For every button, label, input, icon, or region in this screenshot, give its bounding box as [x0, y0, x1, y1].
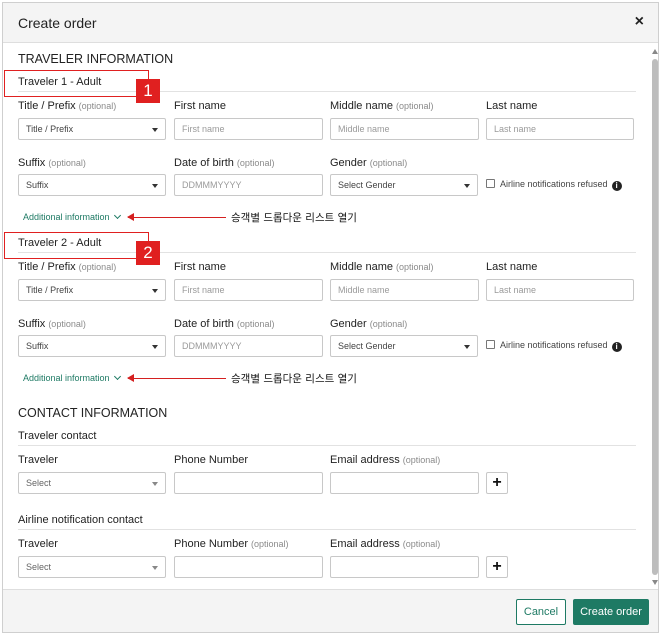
scroll-thumb[interactable] [652, 59, 658, 575]
checkbox-icon[interactable] [486, 179, 495, 188]
traveler-contact-select[interactable]: Select [18, 472, 166, 494]
create-order-dialog: Create order × TRAVELER INFORMATION Trav… [2, 2, 659, 633]
suffix-select[interactable]: Suffix [18, 174, 166, 196]
gender-select[interactable]: Select Gender [330, 174, 478, 196]
traveler-contact-divider [18, 445, 636, 446]
first-name-label: First name [174, 261, 226, 273]
close-icon[interactable]: × [635, 13, 644, 31]
phone-number-label: Phone Number (optional) [174, 538, 289, 550]
scroll-down-arrow-icon[interactable] [652, 580, 658, 585]
traveler-contact-title: Traveler contact [18, 430, 97, 442]
email-address-label: Email address (optional) [330, 454, 441, 466]
annotation-badge-1: 1 [136, 79, 160, 103]
middle-name-label: Middle name (optional) [330, 100, 434, 112]
first-name-label: First name [174, 100, 226, 112]
traveler-label: Traveler [18, 454, 58, 466]
airline-contact-divider [18, 529, 636, 530]
airline-notifications-refused[interactable]: Airline notifications refused i [486, 179, 622, 191]
create-order-button[interactable]: Create order [573, 599, 649, 625]
add-contact-button[interactable]: + [486, 472, 508, 494]
annotation-box-2 [4, 232, 149, 259]
date-of-birth-label: Date of birth (optional) [174, 318, 275, 330]
middle-name-input[interactable]: Middle name [330, 279, 479, 301]
contact-information-heading: CONTACT INFORMATION [18, 406, 168, 420]
chevron-down-icon [113, 211, 121, 220]
last-name-input[interactable]: Last name [486, 118, 634, 140]
suffix-select[interactable]: Suffix [18, 335, 166, 357]
airline-phone-number-input[interactable] [174, 556, 323, 578]
vertical-scrollbar[interactable] [651, 45, 660, 589]
info-icon[interactable]: i [611, 342, 622, 352]
email-address-input[interactable] [330, 472, 479, 494]
suffix-label: Suffix (optional) [18, 318, 86, 330]
date-of-birth-label: Date of birth (optional) [174, 157, 275, 169]
chevron-down-icon [113, 372, 121, 381]
last-name-label: Last name [486, 261, 538, 273]
traveler-information-heading: TRAVELER INFORMATION [18, 52, 174, 66]
title-prefix-select[interactable]: Title / Prefix [18, 279, 166, 301]
first-name-input[interactable]: First name [174, 118, 323, 140]
dialog-header: Create order × [3, 3, 658, 43]
first-name-input[interactable]: First name [174, 279, 323, 301]
email-address-label: Email address (optional) [330, 538, 441, 550]
date-of-birth-input[interactable]: DDMMMYYYY [174, 335, 323, 357]
airline-email-address-input[interactable] [330, 556, 479, 578]
gender-label: Gender (optional) [330, 157, 408, 169]
chevron-down-icon [464, 345, 470, 349]
add-airline-contact-button[interactable]: + [486, 556, 508, 578]
airline-notifications-refused[interactable]: Airline notifications refused i [486, 340, 622, 352]
scroll-up-arrow-icon[interactable] [652, 49, 658, 54]
annotation-note-1: 승객별 드롭다운 리스트 열기 [231, 212, 357, 224]
checkbox-icon[interactable] [486, 340, 495, 349]
dialog-title: Create order [18, 15, 97, 31]
additional-information-link-1[interactable]: Additional information [23, 211, 121, 222]
title-prefix-label: Title / Prefix (optional) [18, 261, 117, 273]
gender-label: Gender (optional) [330, 318, 408, 330]
airline-contact-traveler-select[interactable]: Select [18, 556, 166, 578]
chevron-down-icon [152, 289, 158, 293]
phone-number-label: Phone Number [174, 454, 248, 466]
dialog-footer: Cancel Create order [3, 589, 658, 632]
suffix-label: Suffix (optional) [18, 157, 86, 169]
title-prefix-select[interactable]: Title / Prefix [18, 118, 166, 140]
chevron-down-icon [152, 184, 158, 188]
annotation-badge-2: 2 [136, 241, 160, 265]
annotation-note-2: 승객별 드롭다운 리스트 열기 [231, 373, 357, 385]
last-name-label: Last name [486, 100, 538, 112]
airline-notification-contact-title: Airline notification contact [18, 514, 143, 526]
additional-information-link-2[interactable]: Additional information [23, 372, 121, 383]
chevron-down-icon [152, 128, 158, 132]
chevron-down-icon [152, 566, 158, 570]
middle-name-label: Middle name (optional) [330, 261, 434, 273]
annotation-arrow-1 [127, 211, 226, 223]
chevron-down-icon [152, 345, 158, 349]
title-prefix-label: Title / Prefix (optional) [18, 100, 117, 112]
info-icon[interactable]: i [611, 181, 622, 191]
gender-select[interactable]: Select Gender [330, 335, 478, 357]
middle-name-input[interactable]: Middle name [330, 118, 479, 140]
traveler-label: Traveler [18, 538, 58, 550]
chevron-down-icon [152, 482, 158, 486]
chevron-down-icon [464, 184, 470, 188]
date-of-birth-input[interactable]: DDMMMYYYY [174, 174, 323, 196]
cancel-button[interactable]: Cancel [516, 599, 566, 625]
annotation-box-1 [4, 70, 149, 97]
last-name-input[interactable]: Last name [486, 279, 634, 301]
phone-number-input[interactable] [174, 472, 323, 494]
annotation-arrow-2 [127, 372, 226, 384]
